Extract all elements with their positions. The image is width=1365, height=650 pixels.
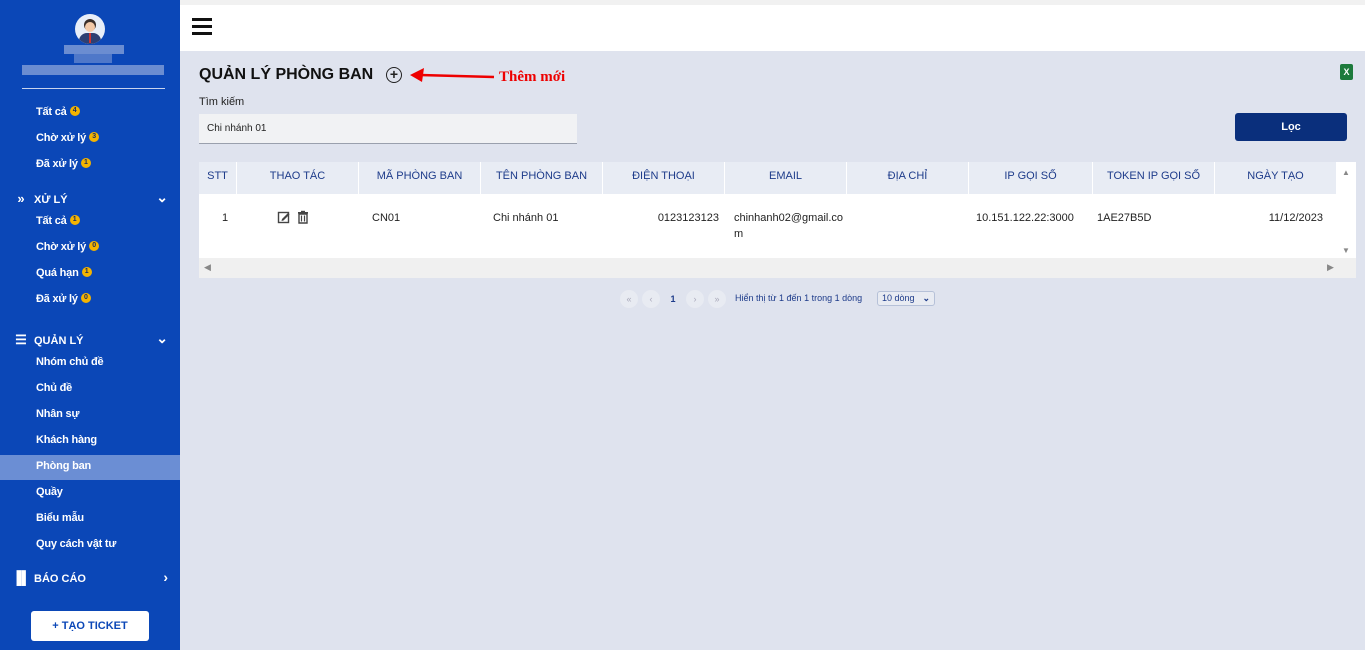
cell-email: chinhanh02@gmail.co m: [734, 210, 843, 242]
cell-ip: 10.151.122.22:3000: [976, 212, 1074, 224]
page-1-button[interactable]: 1: [664, 290, 682, 308]
row-actions: [277, 210, 312, 227]
col-header-token[interactable]: TOKEN IP GỌI SỐ: [1093, 162, 1215, 194]
chevron-down-icon: ⌄: [156, 189, 168, 205]
sidebar-item-label: Tất cả: [36, 106, 67, 118]
pagination-info: Hiển thị từ 1 đến 1 trong 1 dòng: [735, 293, 863, 303]
cell-created: 11/12/2023: [1268, 212, 1323, 224]
search-input[interactable]: [199, 114, 577, 144]
cell-email-line-2: m: [734, 228, 744, 240]
sidebar-item-material-specs[interactable]: Quy cách vật tư: [36, 538, 116, 550]
col-header-email[interactable]: EMAIL: [725, 162, 847, 194]
annotation-label: Thêm mới: [499, 69, 566, 85]
section-label: XỬ LÝ: [34, 194, 68, 206]
count-badge: 1: [69, 215, 80, 225]
col-header-stt[interactable]: STT: [199, 162, 237, 194]
list-icon: ☰: [15, 332, 27, 347]
sidebar-item-xl-all[interactable]: Tất cả 1: [36, 215, 80, 227]
sidebar-item-topic[interactable]: Chủ đề: [36, 382, 72, 394]
col-header-ip[interactable]: IP GỌI SỐ: [969, 162, 1093, 194]
table-header: STT THAO TÁC MÃ PHÒNG BAN TÊN PHÒNG BAN …: [199, 162, 1336, 194]
sidebar-divider: [22, 88, 165, 89]
sidebar-section-quan-ly[interactable]: ☰ QUẢN LÝ ⌄: [12, 330, 172, 348]
sidebar: Tất cả 4 Chờ xử lý 3 Đã xử lý 1 » XỬ LÝ ⌄ Tấ…: [0, 0, 180, 650]
sidebar-item-topic-group[interactable]: Nhóm chủ đề: [36, 356, 104, 368]
sidebar-item-forms[interactable]: Biểu mẫu: [36, 512, 84, 524]
sidebar-item-done[interactable]: Đã xử lý 1: [36, 158, 91, 170]
sidebar-item-label: Đã xử lý: [36, 293, 78, 305]
count-badge: 1: [80, 158, 91, 168]
cell-stt: 1: [221, 212, 229, 224]
scroll-left-icon[interactable]: ◀: [204, 262, 211, 273]
sidebar-item-label: Chờ xử lý: [36, 241, 87, 253]
sidebar-section-xu-ly[interactable]: » XỬ LÝ ⌄: [12, 189, 172, 206]
filter-button[interactable]: Lọc: [1235, 113, 1347, 141]
section-label: QUẢN LÝ: [34, 335, 84, 347]
count-badge: 3: [89, 132, 100, 142]
excel-export-icon[interactable]: X: [1340, 64, 1353, 80]
create-ticket-button[interactable]: + TẠO TICKET: [31, 611, 149, 641]
table-row: 1 CN01 Chi nhánh 01 0123123123 chinhanh0…: [199, 194, 1336, 258]
page-title: QUẢN LÝ PHÒNG BAN: [199, 66, 374, 83]
user-avatar[interactable]: [75, 14, 105, 44]
bar-chart-icon: ▐▌: [12, 570, 31, 585]
annotation-arrow-icon: [410, 68, 495, 82]
sidebar-item-customers[interactable]: Khách hàng: [36, 434, 97, 446]
sidebar-item-label: Quá hạn: [36, 267, 79, 279]
scroll-down-icon[interactable]: ▼: [1342, 246, 1350, 255]
chevron-down-icon: ⌄: [156, 330, 168, 346]
count-badge: 0: [89, 241, 100, 251]
col-header-name[interactable]: TÊN PHÒNG BAN: [481, 162, 603, 194]
departments-table: STT THAO TÁC MÃ PHÒNG BAN TÊN PHÒNG BAN …: [199, 162, 1356, 278]
sidebar-item-label: Đã xử lý: [36, 158, 78, 170]
prev-page-button[interactable]: ‹: [642, 290, 660, 308]
sidebar-item-xl-done[interactable]: Đã xử lý 0: [36, 293, 91, 305]
col-header-phone[interactable]: ĐIỆN THOẠI: [603, 162, 725, 194]
sidebar-item-xl-overdue[interactable]: Quá hạn 1: [36, 267, 92, 279]
count-badge: 1: [81, 267, 92, 277]
horizontal-scrollbar[interactable]: ◀ ▶: [199, 258, 1356, 278]
sidebar-item-label: Tất cả: [36, 215, 67, 227]
vertical-scrollbar[interactable]: ▲ ▼: [1336, 162, 1356, 258]
sidebar-item-pending[interactable]: Chờ xử lý 3: [36, 132, 100, 144]
section-label: BÁO CÁO: [34, 573, 86, 585]
scroll-right-icon[interactable]: ▶: [1327, 262, 1334, 273]
top-bar: [180, 5, 1365, 51]
count-badge: 0: [80, 293, 91, 303]
chevron-down-icon: ⌄: [922, 293, 930, 303]
trash-icon[interactable]: [296, 210, 310, 224]
sidebar-section-bao-cao[interactable]: ▐▌ BÁO CÁO ›: [12, 569, 172, 585]
col-header-actions[interactable]: THAO TÁC: [237, 162, 359, 194]
first-page-button[interactable]: «: [620, 290, 638, 308]
cell-phone: 0123123123: [657, 212, 719, 224]
cell-token: 1AE27B5D: [1097, 212, 1152, 224]
sidebar-item-departments[interactable]: Phòng ban: [36, 460, 91, 472]
sidebar-item-all[interactable]: Tất cả 4: [36, 106, 80, 118]
sidebar-item-label: Chờ xử lý: [36, 132, 87, 144]
next-page-button[interactable]: ›: [686, 290, 704, 308]
sidebar-item-staff[interactable]: Nhân sự: [36, 408, 79, 420]
blurred-user-name: [22, 45, 164, 75]
sidebar-item-counters[interactable]: Quầy: [36, 486, 63, 498]
hamburger-menu-icon[interactable]: [192, 18, 212, 36]
col-header-created[interactable]: NGÀY TẠO: [1215, 162, 1336, 194]
scroll-up-icon[interactable]: ▲: [1342, 168, 1350, 177]
col-header-code[interactable]: MÃ PHÒNG BAN: [359, 162, 481, 194]
edit-icon[interactable]: [277, 210, 291, 224]
count-badge: 4: [69, 106, 80, 116]
add-circle-icon[interactable]: +: [386, 67, 402, 83]
page-size-value: 10 dòng: [882, 293, 915, 303]
sidebar-item-xl-pending[interactable]: Chờ xử lý 0: [36, 241, 100, 253]
chevron-right-icon: ›: [163, 569, 168, 585]
last-page-button[interactable]: »: [708, 290, 726, 308]
page-size-select[interactable]: 10 dòng ⌄: [877, 291, 935, 306]
cell-name: Chi nhánh 01: [493, 212, 559, 224]
search-label: Tìm kiếm: [199, 96, 245, 108]
double-chevron-right-icon: »: [17, 191, 25, 206]
cell-code: CN01: [372, 212, 401, 224]
col-header-address[interactable]: ĐỊA CHỈ: [847, 162, 969, 194]
cell-email-line-1: chinhanh02@gmail.co: [734, 212, 844, 224]
